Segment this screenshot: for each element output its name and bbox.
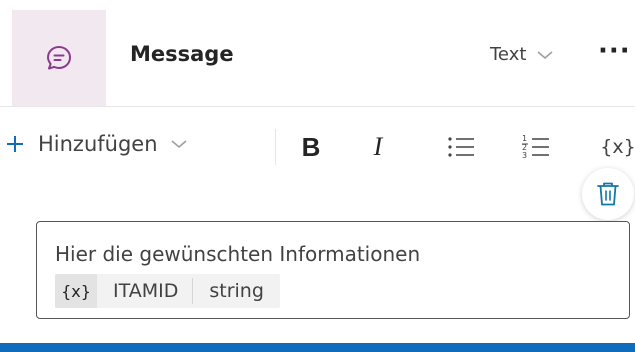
message-type-dropdown[interactable]: Text: [490, 44, 554, 65]
bold-button[interactable]: B: [296, 129, 326, 165]
italic-button[interactable]: I: [363, 129, 393, 165]
variable-icon: {x}: [55, 274, 97, 308]
message-type-label: Text: [490, 44, 527, 65]
insert-variable-button[interactable]: {x}: [598, 129, 635, 165]
bulleted-list-icon: [448, 137, 474, 157]
variable-name: ITAMID: [113, 280, 179, 302]
formatting-toolbar: Hinzufügen B I 1 2 3 {x}: [0, 107, 635, 179]
node-header: Message Text ···: [0, 0, 635, 106]
more-options-button[interactable]: ···: [598, 36, 631, 66]
numbered-list-button[interactable]: 1 2 3: [518, 129, 554, 165]
message-icon-tile: [12, 10, 106, 106]
add-content-label: Hinzufügen: [38, 132, 158, 156]
toolbar-divider: [275, 129, 276, 165]
chevron-down-icon: [537, 50, 553, 59]
node-title: Message: [130, 42, 234, 66]
chevron-down-icon: [170, 135, 188, 154]
bulleted-list-button[interactable]: [443, 129, 479, 165]
chat-bubble-icon: [47, 46, 71, 70]
bottom-accent-bar: [0, 343, 635, 352]
trash-icon: [597, 182, 619, 206]
variable-chip[interactable]: {x} ITAMID string: [55, 274, 280, 308]
message-editor[interactable]: Hier die gewünschten Informationen {x} I…: [36, 221, 630, 319]
svg-text:3: 3: [522, 151, 527, 160]
variable-type: string: [209, 280, 264, 302]
svg-text:1: 1: [522, 134, 527, 143]
delete-button[interactable]: [582, 168, 634, 220]
numbered-list-icon: 1 2 3: [522, 134, 549, 160]
message-text[interactable]: Hier die gewünschten Informationen: [55, 242, 420, 266]
plus-icon: [0, 129, 30, 159]
add-content-button[interactable]: Hinzufügen: [0, 129, 188, 159]
